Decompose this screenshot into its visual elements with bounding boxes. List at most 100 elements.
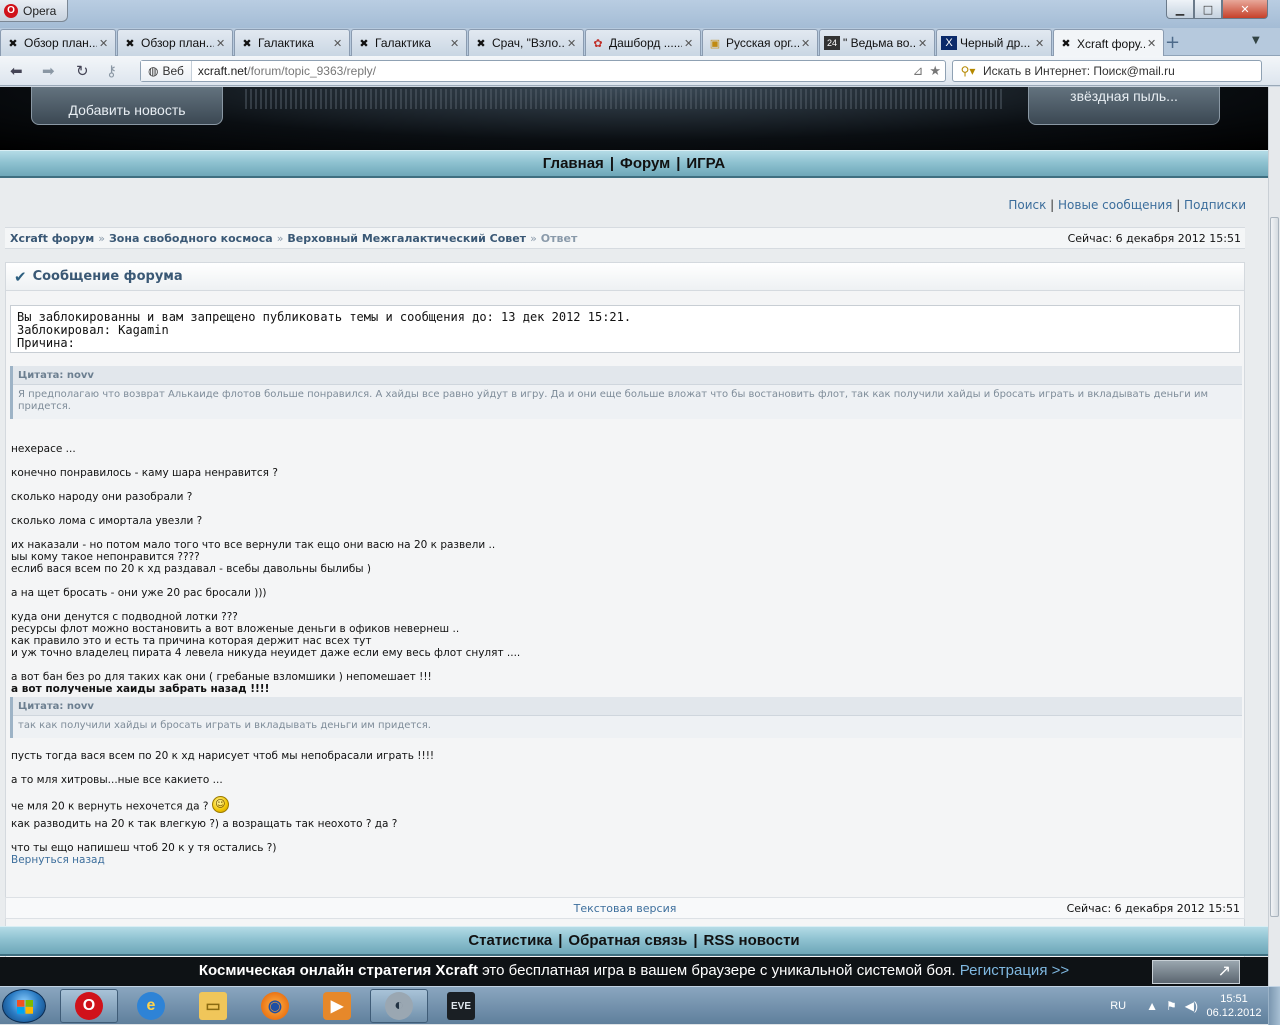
subscriptions-link[interactable]: Подписки [1184,198,1246,212]
tab-9[interactable]: X Черный др... ✕ [936,29,1052,56]
close-tab-icon[interactable]: ✕ [918,37,930,50]
vertical-scrollbar[interactable] [1268,87,1280,986]
rss-icon[interactable]: ⊿ [912,63,923,79]
breadcrumb-council[interactable]: Верховный Межгалактический Совет [287,232,526,245]
register-link[interactable]: Регистрация >> [960,962,1069,979]
close-tab-icon[interactable]: ✕ [1035,37,1047,50]
close-tab-icon[interactable]: ✕ [1147,37,1159,50]
quote-header: Цитата: novv [13,697,1242,716]
opera-icon: O [75,992,103,1020]
close-tab-icon[interactable]: ✕ [450,37,462,50]
tab-5[interactable]: ✖ Срач, "Взло... ✕ [468,29,584,56]
new-messages-link[interactable]: Новые сообщения [1058,198,1172,212]
tab-7[interactable]: ▣ Русская орг... ✕ [702,29,818,56]
taskbar-app[interactable]: ◐ [370,989,428,1023]
tab-label: Черный др... [960,36,1031,50]
key-icon[interactable]: ⚷ [106,62,117,80]
footer-current-time: Сейчас: 6 декабря 2012 15:51 [1066,901,1240,915]
tab-10[interactable]: ✖ Xcraft фору... ✕ [1053,29,1164,57]
globe-icon: ◍ [148,64,159,78]
address-bar[interactable]: ◍ Веб xcraft.net/forum/topic_9363/reply/… [140,60,946,82]
breadcrumb-current: Ответ [540,231,578,245]
taskbar-opera[interactable]: O [60,989,118,1023]
opera-menu-button[interactable]: O Opera [0,0,68,22]
start-button[interactable] [2,989,46,1023]
taskbar-media[interactable]: ▶ [308,989,366,1023]
opera-logo-icon: O [4,3,18,18]
panel-header: ✔ Сообщение форума [6,263,1244,291]
post-text-bold: а вот полученые хаиды забрать назад !!!! [11,683,270,695]
search-input[interactable]: Искать в Интернет: Поиск@mail.ru [983,64,1175,78]
breadcrumb-forum[interactable]: Xcraft форум [10,232,94,245]
taskbar-firefox[interactable]: ◉ [246,989,304,1023]
stardust-button[interactable]: звёздная пыль... [1028,87,1220,125]
opera-menu-label: Opera [23,3,57,18]
tab-menu-chevron-icon[interactable]: ▼ [1252,35,1260,46]
text-version-link[interactable]: Текстовая версия [574,902,677,915]
show-desktop-button[interactable] [1268,987,1280,1025]
rss-news-link[interactable]: RSS новости [704,932,800,949]
quote-body: так как получили хайды и бросать играть … [18,720,431,731]
internet-explorer-icon: e [137,992,165,1020]
site-badge[interactable]: ◍ Веб [141,61,192,81]
forum-top-links: Поиск | Новые сообщения | Подписки [1008,198,1246,212]
stats-link[interactable]: Статистика [468,932,552,949]
add-news-button[interactable]: Добавить новость [31,87,223,125]
nav-game[interactable]: ИГРА [686,155,725,172]
network-icon[interactable]: ⚑ [1166,999,1177,1013]
tab-bar: ✖ Обзор план... ✕ ✖ Обзор план... ✕ ✖ Галактика… [0,28,1280,57]
nav-forum[interactable]: Форум [620,155,670,172]
clock[interactable]: 15:51 06.12.2012 [1206,992,1262,1020]
tab-label: Галактика [258,36,314,50]
tab-label: Обзор план... [24,36,97,50]
xcraft-icon: ✖ [125,37,135,50]
promo-expand-button[interactable]: ↗ [1152,960,1240,984]
tab-3[interactable]: ✖ Галактика ✕ [234,29,350,56]
tray-expand-icon[interactable]: ▲ [1146,999,1158,1013]
language-indicator[interactable]: RU [1110,1000,1126,1012]
bookmark-star-icon[interactable]: ★ [929,63,941,79]
browser-window: O Opera ▁ □ ✕ ✖ Обзор план... ✕ ✖ Обзор план… [0,0,1280,986]
url-path: /forum/topic_9363/reply/ [247,64,377,78]
tab-4[interactable]: ✖ Галактика ✕ [351,29,467,56]
forward-icon[interactable]: ➡ [42,62,55,80]
close-tab-icon[interactable]: ✕ [684,37,696,50]
tab-2[interactable]: ✖ Обзор план... ✕ [117,29,233,56]
media-player-icon: ▶ [323,992,351,1020]
xcraft-icon: ✖ [242,37,252,50]
system-tray: RU ▲ ⚑ ◀) 15:51 06.12.2012 [1110,987,1280,1025]
volume-icon[interactable]: ◀) [1185,999,1198,1013]
close-window-icon[interactable]: ✕ [1222,0,1268,19]
search-box[interactable]: ⚲▾ Искать в Интернет: Поиск@mail.ru [952,60,1262,82]
reload-icon[interactable]: ↻ [76,62,89,80]
close-tab-icon[interactable]: ✕ [216,37,228,50]
post-text: пусть тогда вася всем по 20 к хд нарисуе… [11,750,435,786]
nav-main[interactable]: Главная [543,155,604,172]
new-tab-icon[interactable]: + [1165,32,1180,53]
minimize-icon[interactable]: ▁ [1166,0,1194,19]
taskbar-explorer[interactable]: ▭ [184,989,242,1023]
smile-icon: ☺ [211,796,229,813]
close-tab-icon[interactable]: ✕ [801,37,813,50]
tab-label: " Ведьма во... [843,36,916,50]
scrollbar-thumb[interactable] [1270,217,1279,917]
taskbar-eve[interactable]: EVE [432,989,490,1023]
feedback-link[interactable]: Обратная связь [568,932,687,949]
search-link[interactable]: Поиск [1008,198,1046,212]
firefox-icon: ◉ [261,992,289,1020]
close-tab-icon[interactable]: ✕ [333,37,345,50]
tab-6[interactable]: ✿ Дашборд ...... ✕ [585,29,701,56]
footer-bar: Текстовая версия Сейчас: 6 декабря 2012 … [5,897,1245,919]
close-tab-icon[interactable]: ✕ [99,37,111,50]
maximize-icon[interactable]: □ [1194,0,1222,19]
breadcrumb-zone[interactable]: Зона свободного космоса [109,232,273,245]
tab-8[interactable]: 24 " Ведьма во... ✕ [819,29,935,56]
search-engine-icon[interactable]: ⚲▾ [953,64,983,78]
tab-1[interactable]: ✖ Обзор план... ✕ [0,29,116,56]
back-icon[interactable]: ⬅ [10,62,23,80]
clock-time: 15:51 [1220,993,1248,1005]
24-icon: 24 [824,36,840,50]
close-tab-icon[interactable]: ✕ [567,37,579,50]
go-back-link[interactable]: Вернуться назад [11,854,105,866]
taskbar-ie[interactable]: e [122,989,180,1023]
